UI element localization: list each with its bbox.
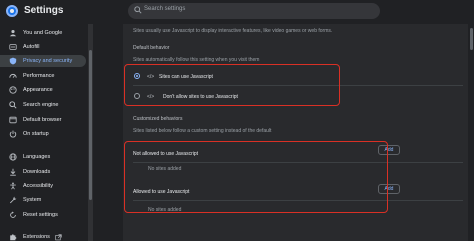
sidebar-item-downloads[interactable]: Downloads — [0, 166, 86, 178]
sidebar-item-label: Extensions — [23, 234, 50, 240]
sidebar-item-label: Performance — [23, 73, 55, 79]
download-icon — [9, 168, 17, 176]
power-icon — [9, 130, 17, 138]
search-icon — [134, 6, 142, 14]
page-scrollbar[interactable] — [468, 24, 474, 241]
sidebar-item-label: Search engine — [23, 102, 59, 108]
settings-logo-icon — [6, 5, 18, 17]
sidebar-item-label: Reset settings — [23, 212, 58, 218]
default-behavior-heading: Default behavior — [133, 45, 170, 51]
sidebar-item-label: Appearance — [23, 87, 53, 93]
search-icon — [9, 101, 17, 109]
sidebar-item-performance[interactable]: Performance — [0, 70, 86, 82]
top-bar: Settings Search settings — [0, 0, 474, 24]
sidebar-item-default-browser[interactable]: Default browser — [0, 114, 86, 126]
sidebar: You and Google Autofill Privacy and secu… — [0, 24, 88, 241]
search-placeholder: Search settings — [144, 6, 186, 12]
sidebar-item-label: Downloads — [23, 169, 51, 175]
sidebar-item-label: System — [23, 197, 42, 203]
sidebar-item-label: Default browser — [23, 117, 62, 123]
customized-behaviors-highlight — [124, 141, 388, 213]
wrench-icon — [9, 196, 17, 204]
sidebar-item-on-startup[interactable]: On startup — [0, 128, 86, 140]
globe-icon — [9, 153, 17, 161]
sidebar-item-label: Languages — [23, 154, 51, 160]
palette-icon — [9, 86, 17, 94]
shield-icon — [9, 57, 17, 65]
sidebar-item-label: Privacy and security — [23, 58, 73, 64]
default-behavior-highlight — [124, 64, 340, 106]
sidebar-item-search-engine[interactable]: Search engine — [0, 99, 86, 111]
sidebar-item-appearance[interactable]: Appearance — [0, 84, 86, 96]
speedometer-icon — [9, 72, 17, 80]
customized-behaviors-heading: Customized behaviors — [133, 116, 183, 122]
sidebar-item-label: Autofill — [23, 44, 40, 50]
browser-icon — [9, 116, 17, 124]
person-icon — [9, 29, 17, 37]
default-behavior-description: Sites automatically follow this setting … — [133, 57, 260, 63]
sidebar-item-extensions[interactable]: Extensions — [0, 231, 86, 241]
accessibility-icon — [9, 182, 17, 190]
page-scrollbar-thumb[interactable] — [470, 28, 473, 50]
customized-behaviors-description: Sites listed below follow a custom setti… — [133, 128, 272, 134]
sidebar-item-autofill[interactable]: Autofill — [0, 41, 86, 53]
puzzle-icon — [9, 233, 17, 241]
autofill-icon — [9, 43, 17, 51]
sidebar-item-label: You and Google — [23, 30, 63, 36]
search-settings-input[interactable]: Search settings — [128, 3, 380, 19]
sidebar-item-accessibility[interactable]: Accessibility — [0, 180, 86, 192]
reset-icon — [9, 211, 17, 219]
sidebar-item-label: Accessibility — [23, 183, 53, 189]
sidebar-item-privacy-and-security[interactable]: Privacy and security — [0, 55, 86, 67]
intro-text: Sites usually use Javascript to display … — [133, 28, 333, 34]
sidebar-item-label: On startup — [23, 131, 49, 137]
sidebar-scrollbar-thumb[interactable] — [89, 50, 92, 200]
sidebar-item-reset-settings[interactable]: Reset settings — [0, 209, 86, 221]
sidebar-item-languages[interactable]: Languages — [0, 151, 86, 163]
sidebar-item-system[interactable]: System — [0, 194, 86, 206]
sidebar-item-you-and-google[interactable]: You and Google — [0, 27, 86, 39]
external-link-icon — [55, 233, 62, 240]
app-title: Settings — [24, 5, 64, 16]
